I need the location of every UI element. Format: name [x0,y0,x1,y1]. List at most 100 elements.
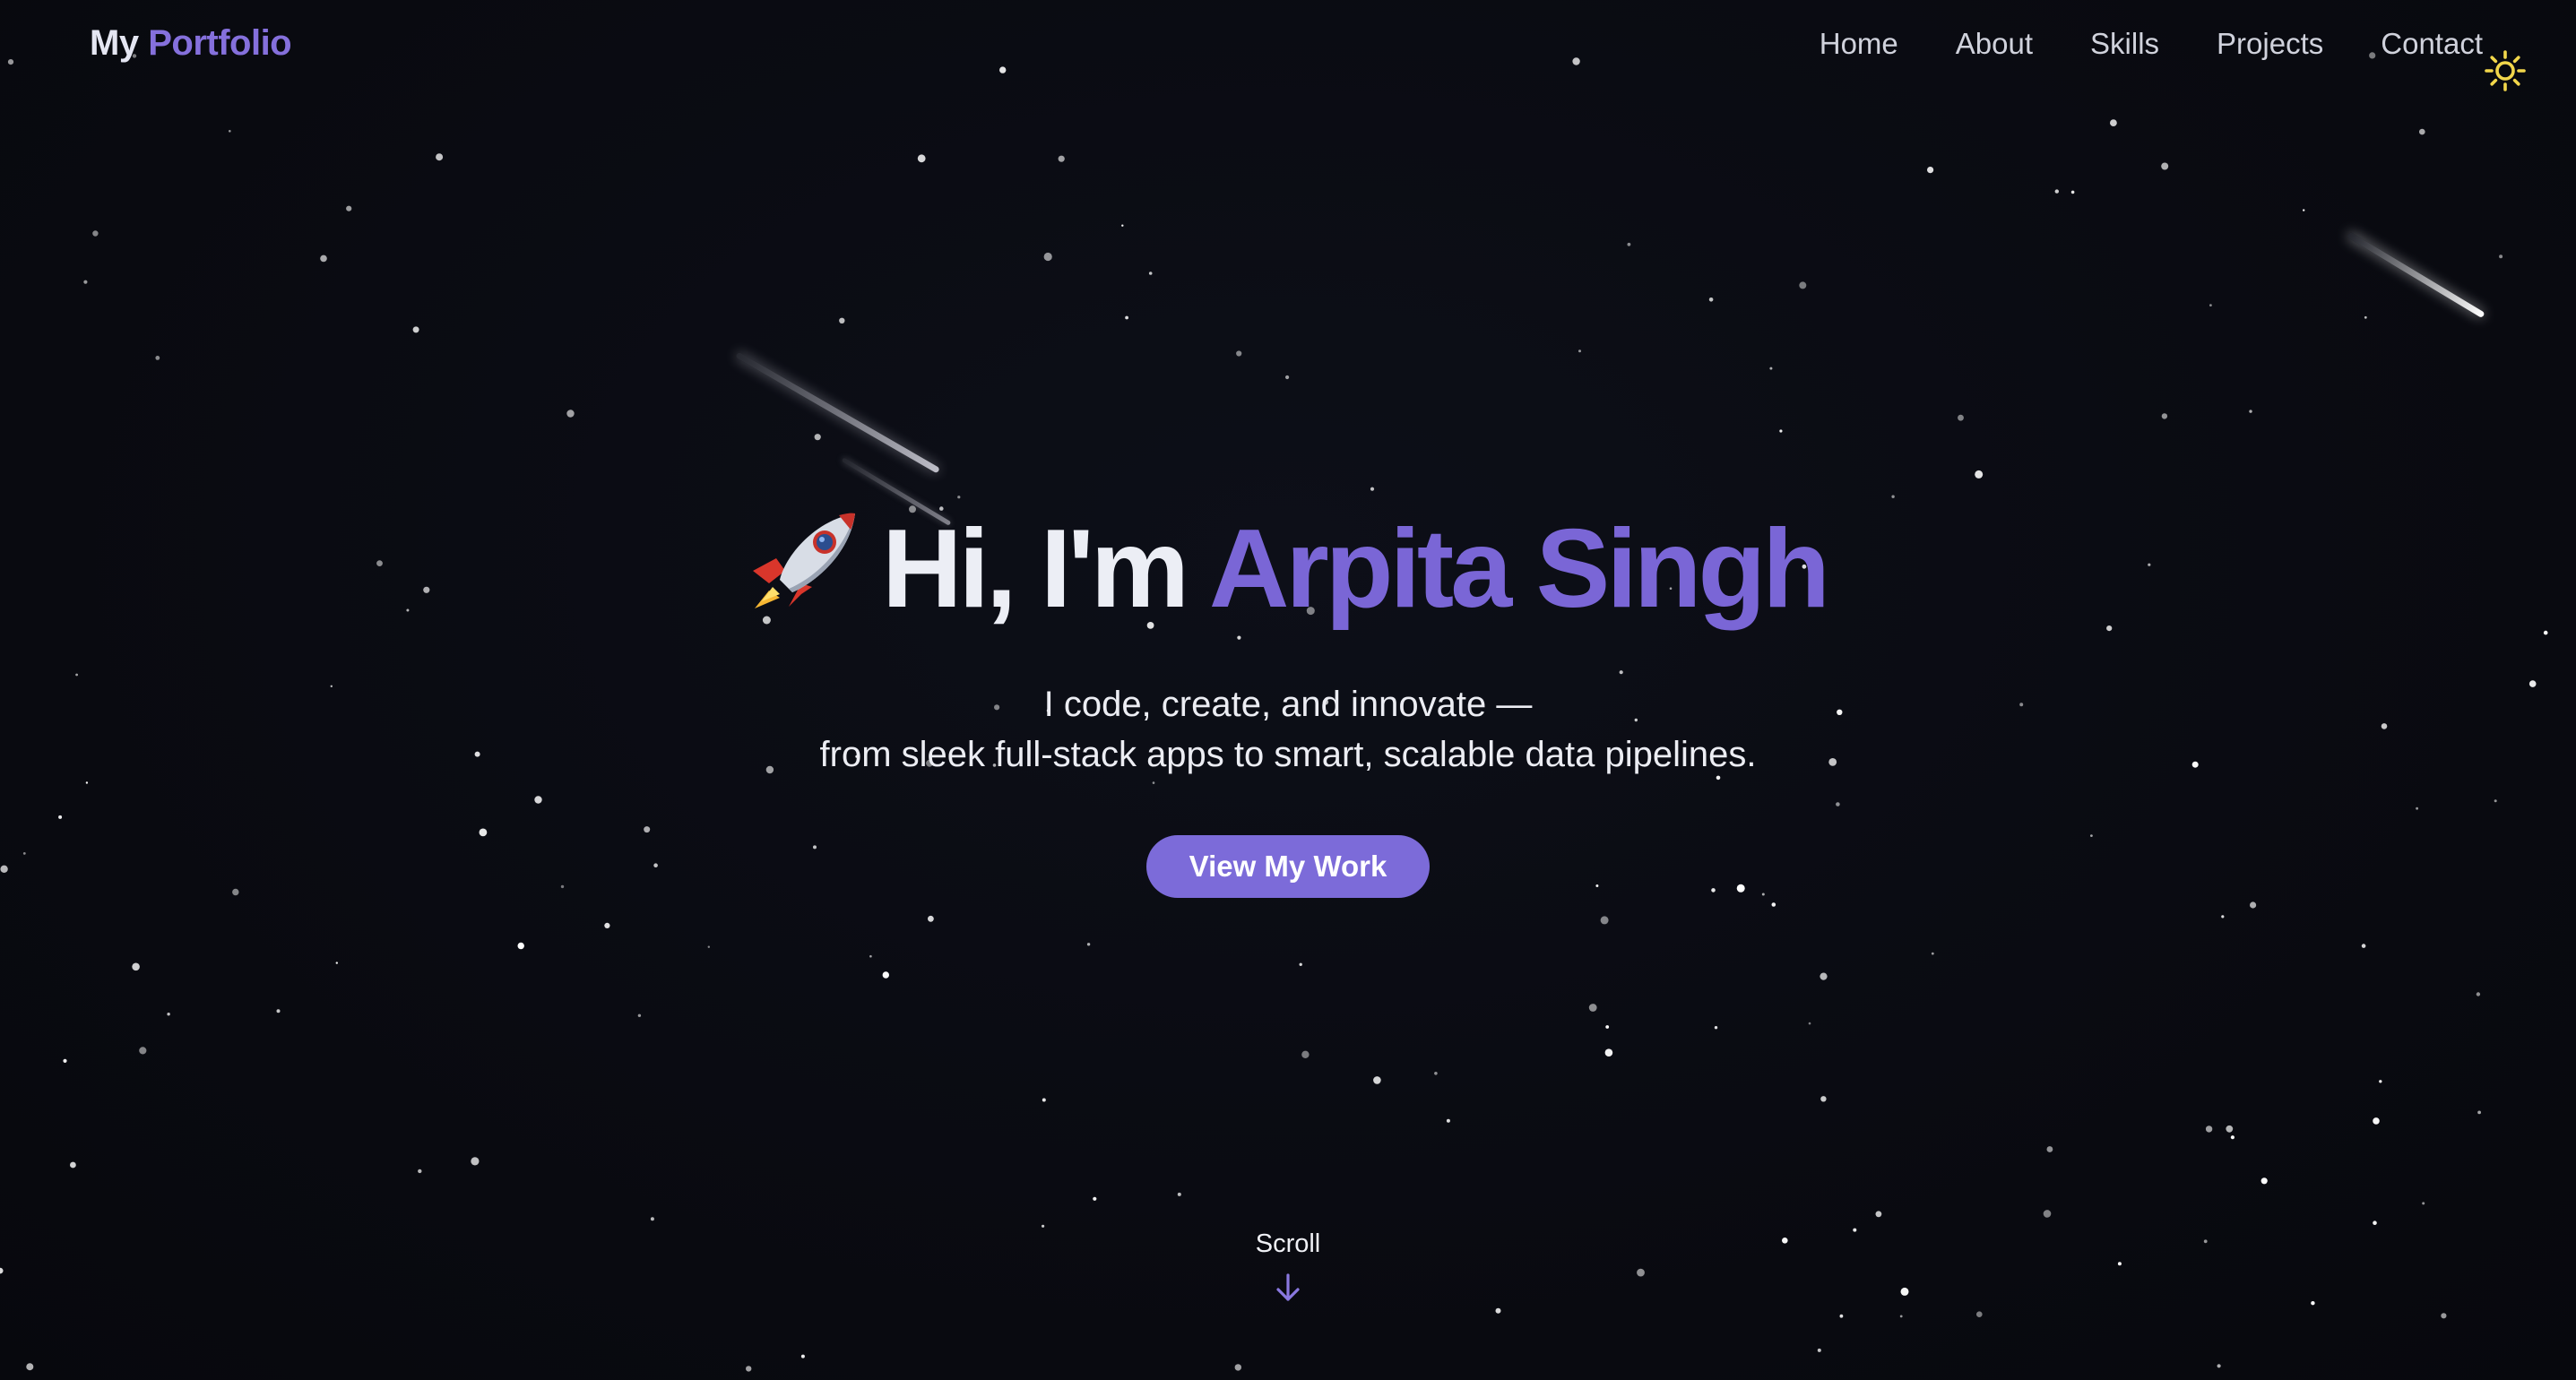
nav-link-about[interactable]: About [1956,27,2033,61]
star [1605,1025,1610,1029]
star [1299,962,1302,967]
star [2209,304,2212,306]
nav-link-projects[interactable]: Projects [2217,27,2323,61]
star [2476,992,2481,996]
star [1927,167,1934,174]
hero-content: Hi, I'm Arpita Singh I code, create, and… [0,502,2576,898]
star [1627,242,1631,246]
star [1820,972,1828,980]
star [92,230,99,237]
star [517,942,524,950]
star [1899,1315,1903,1318]
tagline-line-2: from sleek full-stack apps to smart, sca… [819,735,1757,774]
star [1578,349,1581,353]
star [2249,410,2252,413]
star [1121,224,1124,227]
star [637,1013,642,1018]
star [1572,57,1580,65]
star [1976,1311,1983,1317]
star [2205,1126,2213,1133]
star [650,1217,654,1221]
star [1125,315,1128,320]
star [1588,1004,1597,1012]
star [1771,902,1776,907]
site-logo[interactable]: My Portfolio [90,23,292,64]
logo-text-portfolio: Portfolio [148,23,292,63]
star [1799,281,1807,289]
star [1817,1348,1821,1352]
star [155,356,160,360]
nav-link-skills[interactable]: Skills [2090,27,2159,61]
main-nav: Home About Skills Projects Contact [1820,27,2483,61]
star [1042,1224,1045,1228]
star [2054,189,2059,194]
nav-link-contact[interactable]: Contact [2381,27,2483,61]
sun-icon [2485,50,2526,91]
star [1086,943,1091,946]
star [2043,1210,2052,1218]
scroll-label: Scroll [1255,1229,1321,1258]
star [228,130,231,133]
hero-heading: Hi, I'm Arpita Singh [0,502,2576,642]
star [2161,162,2169,170]
star [1820,1096,1827,1102]
star [412,326,419,333]
star [1891,495,1895,498]
hero-tagline: I code, create, and innovate — from slee… [0,679,2576,780]
star [707,945,710,948]
star [814,434,821,441]
hero-greeting: Hi, I'm [881,507,1189,631]
view-my-work-button[interactable]: View My Work [1145,835,1431,898]
star [1875,1211,1882,1218]
star [1604,1048,1613,1057]
star [2226,1125,2234,1133]
star [1434,1072,1438,1075]
star [83,280,88,284]
star [2379,1080,2382,1083]
star [1370,487,1375,491]
star [566,410,575,418]
star [800,1354,805,1358]
star [2303,209,2305,211]
scroll-indicator[interactable]: Scroll [0,1229,2576,1304]
star [2046,1146,2053,1152]
star [917,154,926,163]
theme-toggle-button[interactable] [2483,48,2528,93]
star [1234,1364,1242,1371]
star [1975,470,1984,479]
star [1769,367,1773,370]
star [1714,1026,1718,1030]
nav-link-home[interactable]: Home [1820,27,1898,61]
star [2110,119,2117,127]
star [1373,1076,1381,1084]
star [346,205,352,211]
star [1839,1314,1844,1318]
star [2422,1202,2425,1205]
star [869,954,872,958]
star [2364,315,2367,319]
star [999,66,1007,73]
star [1958,414,1964,421]
star [1600,916,1609,925]
star [63,1058,67,1063]
star [167,1013,170,1016]
star [2161,413,2168,419]
star [1931,952,1934,955]
star [604,922,610,928]
star [2070,190,2075,194]
star [2230,1135,2235,1140]
star [132,962,140,971]
star [2217,1364,2221,1368]
rocket-icon [749,507,864,642]
star [436,153,444,161]
star [882,971,889,979]
star [839,317,845,323]
star [957,496,961,499]
hero-section: My Portfolio Home About Skills Projects … [0,0,2576,1380]
star [2250,901,2257,909]
star [2499,254,2503,259]
star [2260,1177,2268,1185]
star [2221,915,2225,919]
star [1236,350,1242,357]
star [26,1363,34,1371]
